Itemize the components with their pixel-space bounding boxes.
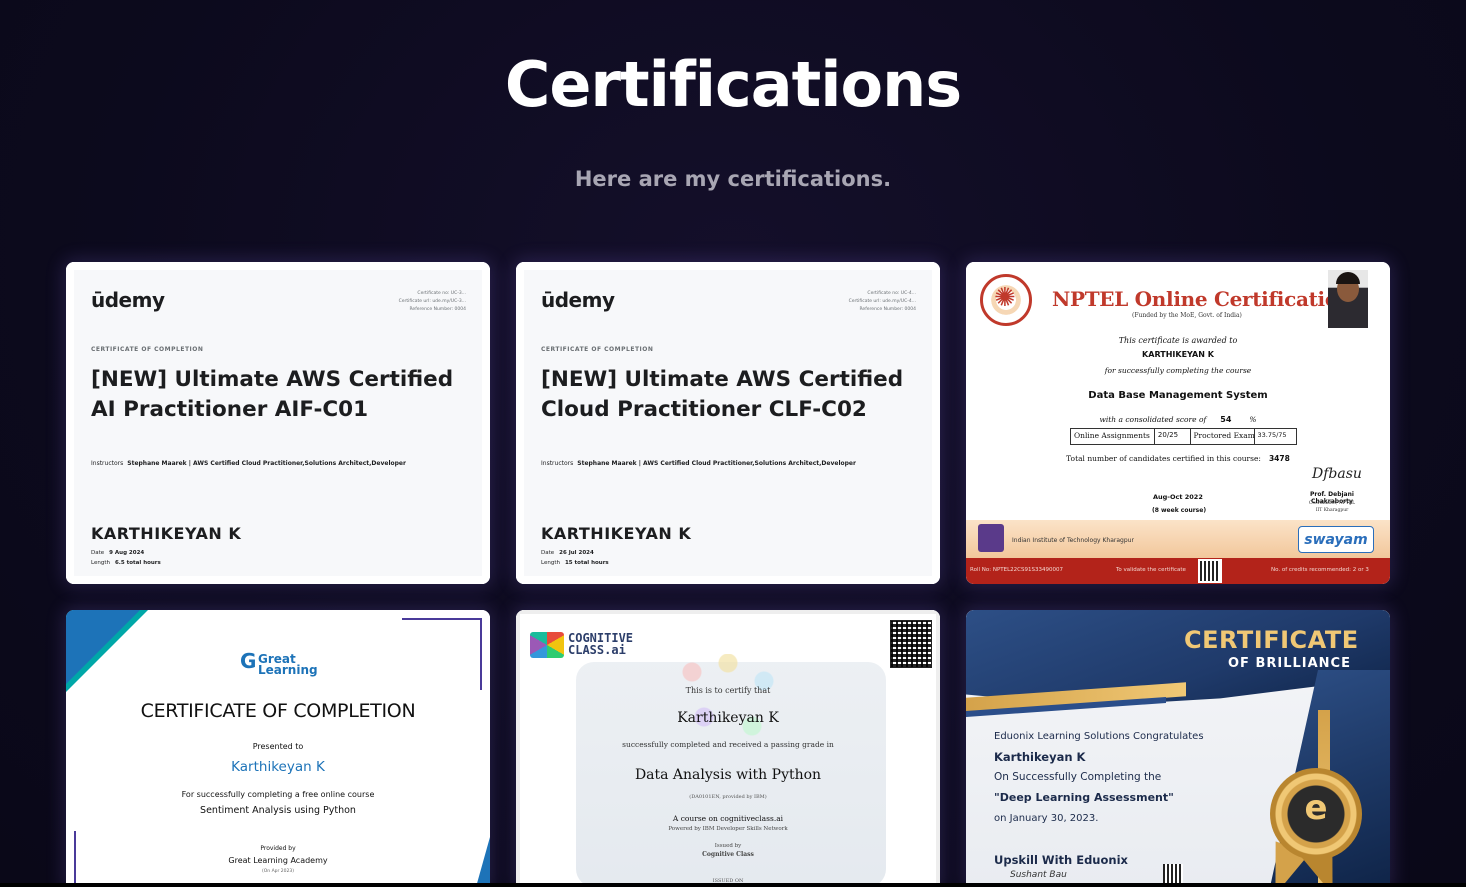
total-candidates: Total number of candidates certified in … — [1066, 454, 1290, 463]
certificate-subheading: OF BRILLIANCE — [1228, 656, 1351, 671]
corner-decoration — [66, 610, 140, 684]
swayam-logo: swayam — [1298, 526, 1374, 553]
recipient-photo — [1328, 270, 1368, 328]
recipient-name: Karthikeyan K — [994, 750, 1086, 764]
signature: Dfbasu — [1312, 466, 1362, 482]
certificate-date: (On Apr 2023) — [261, 869, 294, 874]
udemy-logo: ūdemy — [91, 288, 165, 312]
nptel-footer: Roll No: NPTEL22CS91S33490007 To validat… — [966, 558, 1390, 584]
course-period: Aug-Oct 2022 — [1153, 493, 1203, 501]
great-learning-logo: G Great Learning — [240, 649, 318, 677]
course-title: "Deep Learning Assessment" — [994, 791, 1174, 804]
nptel-funded: (Funded by the MoE, Govt. of India) — [1132, 312, 1242, 319]
score-line: with a consolidated score of 54% — [1099, 415, 1257, 424]
nptel-certificate: NPTEL Online Certification (Funded by th… — [966, 262, 1390, 584]
eduonix-certificate: CERTIFICATE OF BRILLIANCE Eduonix Learni… — [966, 610, 1390, 887]
qr-code-icon — [1198, 559, 1222, 583]
certificate-date: on January 30, 2023. — [994, 813, 1099, 824]
instructors: Instructors Stephane Maarek | AWS Certifi… — [91, 460, 406, 467]
certificate-card-cognitive-class[interactable]: COGNITIVE CLASS.ai This is to certify tha… — [516, 610, 940, 887]
certificate-heading: CERTIFICATE OF COMPLETION — [140, 700, 416, 722]
bottom-edge — [0, 883, 1466, 887]
course-title: Sentiment Analysis using Python — [200, 805, 356, 816]
course-title: Data Analysis with Python — [634, 767, 822, 783]
certify-text: This is to certify that — [685, 686, 771, 695]
coordinator-role: Coordinator, NPTEL IIT Kharagpur — [1308, 501, 1356, 513]
instructors: Instructors Stephane Maarek | AWS Certifi… — [541, 460, 856, 467]
frame-decoration — [402, 618, 482, 690]
course-title: [NEW] Ultimate AWS Certified AI Practiti… — [91, 367, 454, 422]
signature: Sushant Bau — [1010, 870, 1067, 880]
provided-by: Provided by — [260, 845, 296, 852]
awarded-text: This certificate is awarded to — [1118, 336, 1238, 345]
certificate-card-udemy-ai[interactable]: ūdemy Certificate no: UC-3... Certificat… — [66, 262, 490, 584]
recipient-name: KARTHIKEYAN K — [1142, 350, 1214, 359]
watermark-dots — [668, 654, 788, 744]
certificate-refs: Certificate no: UC-4... Certificate url:… — [848, 291, 916, 312]
tagline: Upskill With Eduonix — [994, 853, 1128, 867]
certificate-meta: Date 26 Jul 2024 Length 15 total hours — [541, 550, 609, 566]
certificate-card-nptel[interactable]: NPTEL Online Certification (Funded by th… — [966, 262, 1390, 584]
qr-code-icon — [1163, 864, 1183, 884]
cognitive-class-logo-icon — [530, 632, 564, 658]
udemy-logo: ūdemy — [541, 288, 615, 312]
udemy-certificate: ūdemy Certificate no: UC-4... Certificat… — [516, 262, 940, 584]
passing-text: successfully completed and received a pa… — [622, 740, 834, 749]
cognitive-class-certificate: COGNITIVE CLASS.ai This is to certify tha… — [516, 610, 940, 887]
course-duration: (8 week course) — [1152, 507, 1207, 514]
certificate-meta: Date 9 Aug 2024 Length 6.5 total hours — [91, 550, 161, 566]
institute-name: Indian Institute of Technology Kharagpur — [1012, 537, 1134, 544]
powered-by: Powered by IBM Developer Skills Network — [668, 826, 788, 832]
for-text: For successfully completing a free onlin… — [181, 790, 375, 799]
recipient-name: Karthikeyan K — [231, 759, 325, 775]
course-title: Data Base Management System — [1088, 390, 1268, 401]
congrats-text: Eduonix Learning Solutions Congratulates — [994, 731, 1204, 742]
issuer-name: Cognitive Class — [702, 851, 754, 858]
certificate-kicker: CERTIFICATE OF COMPLETION — [541, 346, 654, 353]
completing-text: On Successfully Completing the — [994, 771, 1162, 783]
issued-by-label: Issued by — [714, 843, 742, 849]
presented-to: Presented to — [252, 742, 304, 751]
academy-name: Great Learning Academy — [228, 856, 328, 865]
certificate-card-great-learning[interactable]: G Great Learning CERTIFICATE OF COMPLETI… — [66, 610, 490, 887]
cognitive-class-logo: COGNITIVE CLASS.ai — [568, 631, 634, 657]
page-subtitle: Here are my certifications. — [574, 167, 892, 191]
nptel-title: NPTEL Online Certification — [1052, 287, 1353, 311]
recipient-name: KARTHIKEYAN K — [541, 524, 692, 543]
certificate-card-udemy-cloud[interactable]: ūdemy Certificate no: UC-4... Certificat… — [516, 262, 940, 584]
success-text: for successfully completing the course — [1104, 366, 1252, 375]
udemy-certificate: ūdemy Certificate no: UC-3... Certificat… — [66, 262, 490, 584]
certificate-refs: Certificate no: UC-3... Certificate url:… — [398, 291, 466, 312]
course-code: (DA0101EN, provided by IBM) — [689, 794, 767, 800]
medal-icon: e — [1270, 768, 1362, 860]
nptel-logo-icon — [980, 274, 1032, 326]
certificate-kicker: CERTIFICATE OF COMPLETION — [91, 346, 204, 353]
certificate-card-eduonix[interactable]: CERTIFICATE OF BRILLIANCE Eduonix Learni… — [966, 610, 1390, 887]
page-title: Certifications — [504, 48, 962, 121]
score-table: Online Assignments 20/25 Proctored Exam … — [1070, 428, 1297, 445]
course-title: [NEW] Ultimate AWS Certified Cloud Pract… — [541, 367, 904, 422]
course-site: A course on cognitiveclass.ai — [672, 814, 784, 823]
certificate-heading: CERTIFICATE — [1184, 626, 1359, 654]
iit-logo-icon — [978, 524, 1004, 552]
qr-code-icon — [890, 620, 932, 668]
great-learning-certificate: G Great Learning CERTIFICATE OF COMPLETI… — [66, 610, 490, 887]
recipient-name: Karthikeyan K — [677, 710, 779, 726]
recipient-name: KARTHIKEYAN K — [91, 524, 242, 543]
